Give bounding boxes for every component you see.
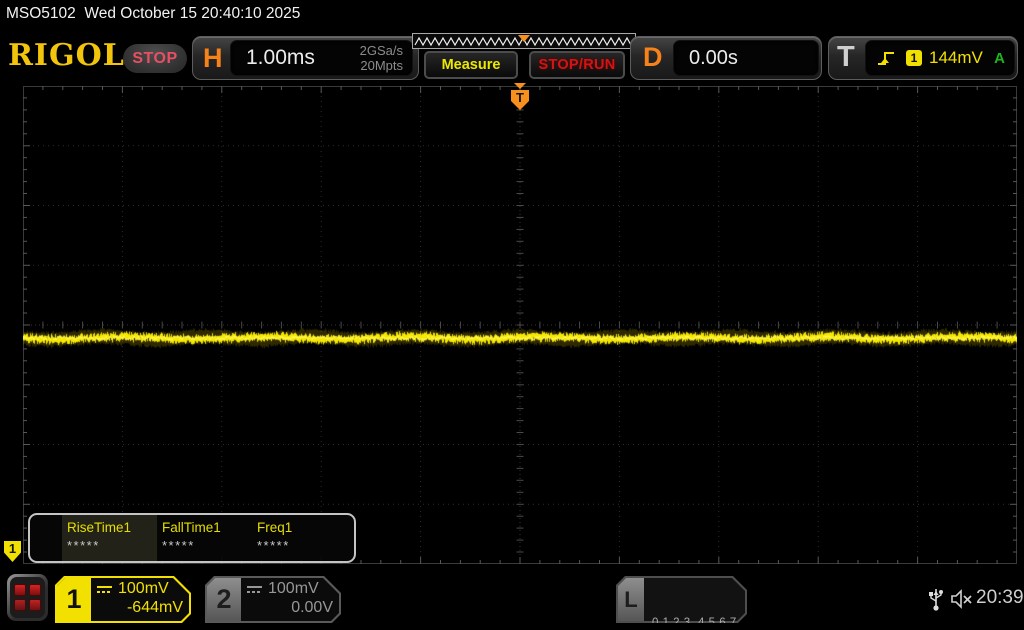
sample-rate: 2GSa/s — [360, 43, 403, 58]
measurement-label: RiseTime1 — [67, 520, 157, 535]
dc-coupling-icon — [97, 586, 112, 593]
stop-run-button[interactable]: STOP/RUN — [529, 51, 625, 79]
logic-channel-numbers: 0 1 2 3 4 5 6 7 8 9 1011 12131415 — [652, 583, 759, 630]
rising-edge-trigger-icon — [876, 48, 898, 68]
ch1-waveform-trace — [23, 86, 1017, 564]
measurement-item-risetime[interactable]: RiseTime1 ***** — [62, 515, 157, 561]
trigger-inset: 1 144mV A — [865, 40, 1015, 76]
measurement-value: ***** — [257, 538, 347, 553]
measurement-item-falltime[interactable]: FallTime1 ***** — [157, 515, 252, 561]
logic-analyzer-badge[interactable]: L 0 1 2 3 4 5 6 7 8 9 1011 12131415 — [616, 576, 747, 623]
timebase-value: 1.00ms — [246, 46, 315, 70]
red-square-icon — [29, 599, 41, 611]
channel1-info: 100mV -644mV — [97, 580, 183, 617]
channel1-badge[interactable]: 1 100mV -644mV — [55, 576, 191, 623]
channel2-offset: 0.00V — [247, 599, 333, 617]
timebase-inset: 1.00ms 2GSa/s 20Mpts — [230, 40, 413, 76]
trigger-source-badge: 1 — [906, 50, 922, 66]
delay-value: 0.00s — [689, 47, 738, 70]
memory-position-marker — [518, 35, 530, 42]
delay-block[interactable]: D 0.00s — [630, 36, 822, 80]
measurement-label: FallTime1 — [162, 520, 252, 535]
trigger-level-value: 144mV — [929, 48, 983, 68]
measurement-panel: RiseTime1 ***** FallTime1 ***** Freq1 **… — [28, 513, 356, 563]
clock: 20:39 — [976, 587, 1024, 609]
logic-row1: 0 1 2 3 4 5 6 7 — [652, 615, 759, 630]
measurement-value: ***** — [67, 538, 157, 553]
memory-depth: 20Mpts — [360, 58, 403, 73]
channel2-number: 2 — [207, 578, 241, 621]
trigger-position-arrow-icon — [514, 83, 526, 89]
red-square-icon — [14, 584, 26, 596]
model-and-datetime: MSO5102 Wed October 15 20:40:10 2025 — [6, 5, 300, 23]
dc-coupling-icon — [247, 586, 262, 593]
red-square-icon — [29, 584, 41, 596]
measurement-item-freq[interactable]: Freq1 ***** — [252, 515, 347, 561]
graticule — [23, 86, 1017, 564]
rigol-logo: RIGOL — [8, 38, 126, 73]
channel1-scale: 100mV — [118, 580, 169, 598]
quick-menu-button[interactable] — [7, 574, 48, 621]
channel1-offset: -644mV — [97, 599, 183, 617]
horizontal-timebase-block[interactable]: H 1.00ms 2GSa/s 20Mpts — [192, 36, 419, 80]
channel2-info: 100mV 0.00V — [247, 580, 333, 617]
quick-menu-icon — [10, 577, 45, 618]
channel2-scale: 100mV — [268, 580, 319, 598]
waveform-memory-bar — [412, 33, 636, 49]
ch1-offset-marker[interactable]: 1 — [4, 541, 21, 562]
channel2-badge[interactable]: 2 100mV 0.00V — [205, 576, 341, 623]
trigger-block[interactable]: T 1 144mV A — [828, 36, 1018, 80]
logic-label: L — [618, 578, 644, 621]
trigger-sweep-mode: A — [994, 50, 1005, 67]
acquisition-info: 2GSa/s 20Mpts — [360, 43, 403, 73]
run-state-indicator[interactable]: STOP — [123, 44, 187, 73]
trigger-label: T — [837, 41, 855, 74]
delay-inset: 0.00s — [673, 40, 819, 76]
speaker-muted-icon[interactable] — [950, 588, 974, 610]
measurement-value: ***** — [162, 538, 252, 553]
measurement-label: Freq1 — [257, 520, 347, 535]
delay-label: D — [643, 42, 663, 73]
usb-icon — [928, 585, 944, 613]
channel1-number: 1 — [57, 578, 91, 621]
red-square-icon — [14, 599, 26, 611]
oscilloscope-screen: MSO5102 Wed October 15 20:40:10 2025 RIG… — [0, 0, 1024, 630]
measure-button[interactable]: Measure — [424, 51, 518, 79]
horizontal-label: H — [203, 43, 223, 74]
